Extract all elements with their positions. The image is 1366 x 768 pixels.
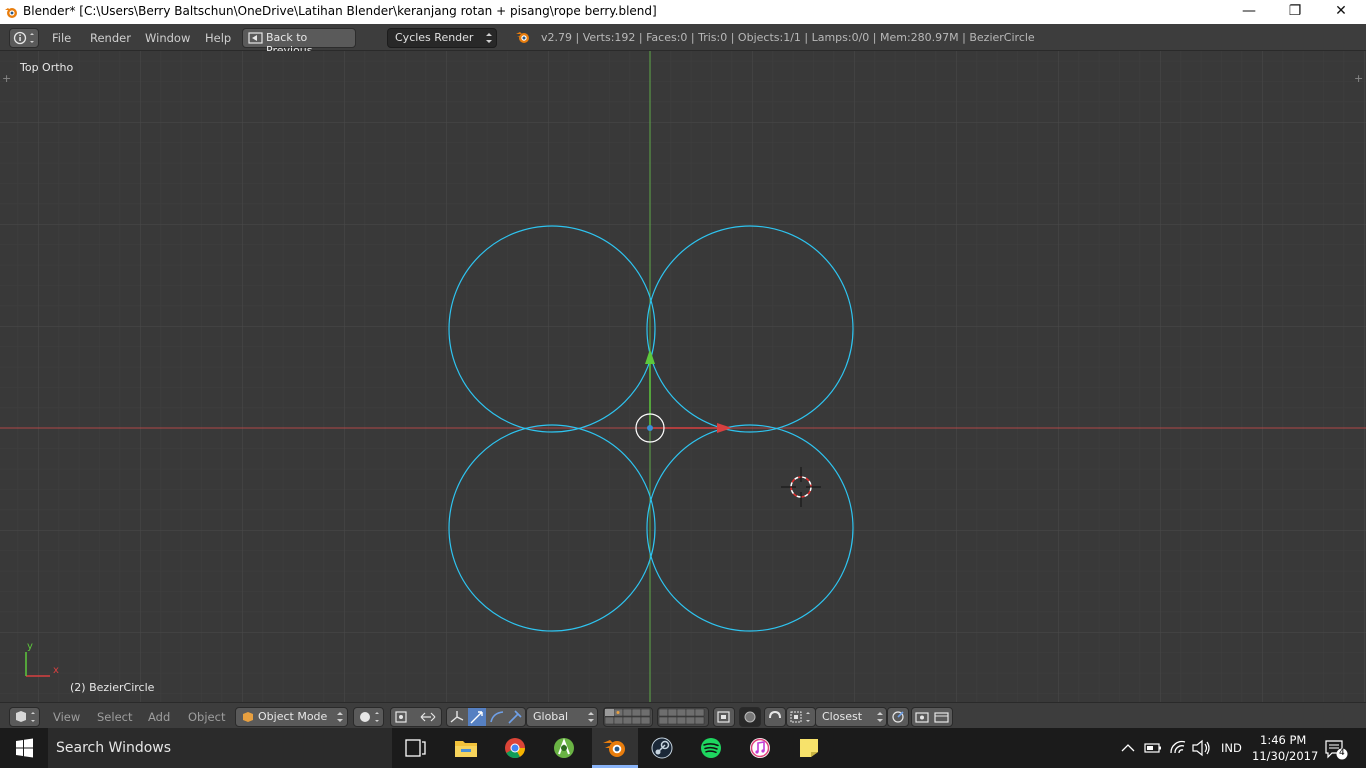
taskbar-search-placeholder: Search Windows	[56, 740, 172, 756]
menu-select[interactable]: Select	[97, 710, 132, 724]
itunes-icon[interactable]	[740, 733, 780, 763]
view-label: Top Ortho	[20, 61, 74, 74]
file-explorer-icon[interactable]	[446, 733, 486, 763]
editor-type-3dview[interactable]	[9, 707, 40, 727]
minimize-button[interactable]: —	[1226, 0, 1272, 24]
manipulator-icons	[450, 708, 522, 726]
transform-orientation-dropdown[interactable]: Global	[526, 707, 598, 727]
solid-shading-icon	[360, 712, 379, 722]
proportional-edit-icon	[744, 711, 756, 723]
action-center-icon[interactable]	[1320, 733, 1352, 763]
menu-render[interactable]: Render	[90, 31, 131, 45]
notification-count-badge: 4	[1339, 748, 1345, 758]
back-to-previous-button[interactable]: Back to Previous	[242, 28, 356, 57]
proportional-editing-button[interactable]	[739, 707, 761, 727]
blender-logo-icon	[516, 32, 529, 43]
pivot-point-icon	[395, 711, 436, 723]
render-engine-value: Cycles Render	[395, 31, 474, 44]
3d-view-icon	[16, 711, 35, 722]
layers-group-1[interactable]	[603, 707, 653, 727]
dropdown-arrows-icon	[877, 712, 883, 722]
major-grid	[0, 51, 1366, 702]
manipulator-toggles[interactable]	[446, 707, 526, 727]
editor-type-selector[interactable]	[9, 28, 39, 48]
taskbar-search-box[interactable]: Search Windows	[48, 728, 392, 768]
task-view-icon[interactable]	[396, 733, 436, 763]
dropdown-arrows-icon	[337, 712, 343, 722]
chrome-icon[interactable]	[495, 733, 535, 763]
region-expand-left-icon[interactable]: +	[2, 72, 11, 85]
steam-icon[interactable]	[642, 733, 682, 763]
active-object-label: (2) BezierCircle	[70, 681, 155, 694]
layers-lock-icon	[717, 711, 730, 723]
wifi-icon[interactable]	[1167, 733, 1189, 763]
windows-start-icon[interactable]	[0, 728, 48, 768]
menu-file[interactable]: File	[52, 31, 71, 45]
magnet-icon	[769, 710, 781, 719]
snap-target-value: Closest	[822, 710, 863, 723]
snap-target-dropdown[interactable]: Closest	[815, 707, 887, 727]
interaction-mode-value: Object Mode	[258, 710, 328, 723]
gizmo-x-label: x	[53, 665, 59, 676]
opengl-render-icons	[915, 712, 949, 723]
battery-icon[interactable]	[1143, 733, 1163, 763]
info-icon	[13, 31, 34, 45]
layer-buttons-icon	[658, 708, 705, 725]
snap-rotation-button[interactable]	[887, 707, 909, 727]
android-studio-icon[interactable]	[544, 733, 584, 763]
dropdown-arrows-icon	[588, 712, 594, 722]
show-hidden-icons-chevron[interactable]	[1118, 733, 1138, 763]
region-expand-right-icon[interactable]: +	[1354, 72, 1363, 85]
spotify-icon[interactable]	[691, 733, 731, 763]
3d-viewport[interactable]: x y + + Top Ortho (2) BezierCircle	[0, 51, 1366, 702]
layer-buttons-icon	[604, 708, 651, 725]
transform-orientation-value: Global	[533, 710, 569, 723]
snap-toggle-button[interactable]	[764, 707, 786, 727]
clock-time[interactable]: 1:46 PM	[1260, 733, 1306, 747]
back-arrow-icon	[248, 32, 263, 44]
render-engine-dropdown[interactable]: Cycles Render	[387, 28, 497, 48]
pivot-and-limit-group[interactable]	[390, 707, 442, 727]
menu-object[interactable]: Object	[188, 710, 225, 724]
volume-icon[interactable]	[1190, 733, 1212, 763]
clock-date[interactable]: 11/30/2017	[1252, 749, 1318, 763]
input-language[interactable]: IND	[1221, 741, 1242, 755]
window-title-bar: Blender* [C:\Users\Berry Baltschun\OneDr…	[0, 0, 1366, 24]
menu-add[interactable]: Add	[148, 710, 170, 724]
snap-increment-icon	[790, 711, 810, 723]
interaction-mode-dropdown[interactable]: Object Mode	[235, 707, 348, 727]
sticky-notes-icon[interactable]	[789, 733, 829, 763]
window-title: Blender* [C:\Users\Berry Baltschun\OneDr…	[23, 4, 657, 18]
lock-camera-layers-button[interactable]	[713, 707, 735, 727]
info-header: File Render Window Help Back to Previous…	[0, 24, 1366, 57]
layers-group-2[interactable]	[657, 707, 709, 727]
menu-view[interactable]: View	[53, 710, 80, 724]
object-origin	[647, 425, 653, 431]
blender-taskbar-icon[interactable]	[595, 733, 635, 763]
maximize-button[interactable]: ❐	[1272, 0, 1318, 24]
align-rotation-icon	[892, 711, 904, 723]
gizmo-y-label: y	[27, 641, 33, 652]
menu-help[interactable]: Help	[205, 31, 231, 45]
blender-app-icon	[5, 8, 17, 18]
object-mode-icon	[243, 712, 253, 722]
close-button[interactable]: ✕	[1318, 0, 1364, 24]
scene-statistics: v2.79 | Verts:192 | Faces:0 | Tris:0 | O…	[541, 31, 1035, 44]
windows-taskbar: Search Windows IND 1:46 PM 11/30/2017 4	[0, 728, 1366, 768]
menu-window[interactable]: Window	[145, 31, 190, 45]
dropdown-arrows-icon	[486, 33, 492, 43]
render-buttons-group[interactable]	[911, 707, 953, 727]
snap-element-dropdown[interactable]	[786, 707, 816, 727]
viewport-canvas[interactable]: x y	[0, 51, 1366, 702]
3d-view-header: View Select Add Object Object Mode Globa…	[0, 702, 1366, 729]
viewport-shading-dropdown[interactable]	[353, 707, 384, 727]
